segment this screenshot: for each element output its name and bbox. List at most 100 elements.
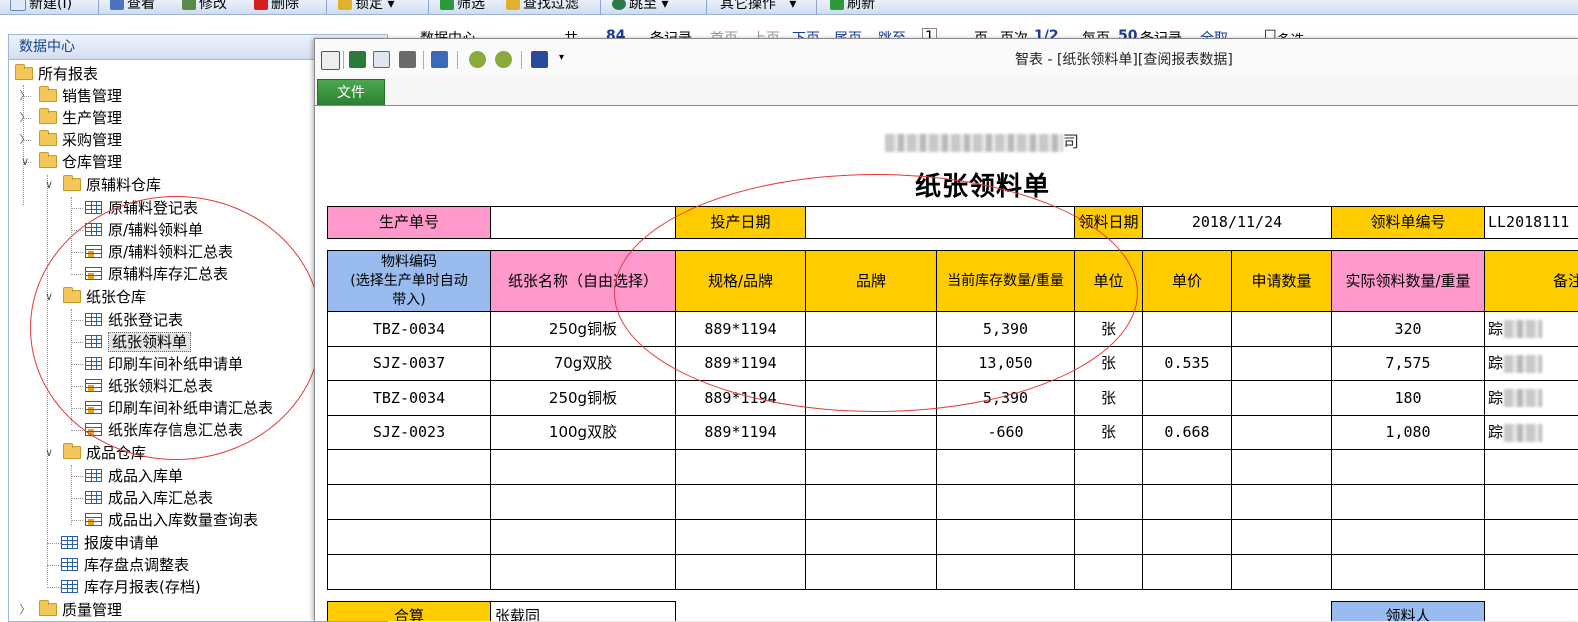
table-cell-price[interactable] [1142, 519, 1232, 555]
table-cell-code[interactable] [327, 519, 491, 555]
expand-icon[interactable]: 〉 [19, 107, 31, 129]
table-cell-spec[interactable]: 889*1194 [675, 415, 806, 450]
export-icon[interactable] [349, 51, 366, 68]
other-ops-button[interactable]: 其它操作 ▾ [720, 0, 796, 14]
tree-root[interactable]: 所有报表 [15, 63, 98, 85]
table-cell-apply[interactable] [1231, 311, 1332, 347]
table-cell-apply[interactable] [1231, 415, 1332, 450]
tree-item-raw-pick-summary[interactable]: 原/辅料领料汇总表 [85, 241, 233, 263]
table-cell-unit[interactable]: 张 [1074, 415, 1143, 450]
table-cell-price[interactable] [1142, 554, 1232, 590]
table-cell-brand[interactable] [805, 415, 937, 450]
expand-icon[interactable]: 〉 [19, 129, 31, 151]
edit-button[interactable]: 修改 [182, 0, 227, 14]
table-cell-name[interactable] [490, 484, 676, 520]
table-cell-price[interactable] [1142, 449, 1232, 485]
table-cell-brand[interactable] [805, 449, 937, 485]
table-cell-stock[interactable] [936, 484, 1075, 520]
table-cell-price[interactable]: 0.668 [1142, 415, 1232, 450]
table-cell-note[interactable]: 踪 [1484, 380, 1578, 416]
find-filter-button[interactable]: 查找过滤 [506, 0, 579, 14]
tree-item-paper-stock-summary[interactable]: 纸张库存信息汇总表 [85, 419, 243, 441]
table-cell-spec[interactable]: 889*1194 [675, 346, 806, 381]
table-cell-actual[interactable]: 7,575 [1331, 346, 1485, 381]
print-icon[interactable] [399, 51, 416, 68]
prod-no-value[interactable] [490, 206, 676, 239]
table-cell-actual[interactable] [1331, 554, 1485, 590]
tree-item-finished-io-query[interactable]: 成品出入库数量查询表 [85, 509, 258, 531]
tree-item-finished-inbound-summary[interactable]: 成品入库汇总表 [85, 487, 213, 509]
tree-node-finished-warehouse[interactable]: 成品仓库 [63, 442, 146, 464]
tree-item-scrap-request[interactable]: 报废申请单 [61, 532, 159, 554]
table-cell-stock[interactable]: 13,050 [936, 346, 1075, 381]
pick-no-value[interactable]: LL2018111 [1484, 206, 1578, 239]
table-cell-apply[interactable] [1231, 380, 1332, 416]
table-cell-stock[interactable]: -660 [936, 415, 1075, 450]
table-cell-unit[interactable] [1074, 484, 1143, 520]
customize-dropdown-icon[interactable]: ▾ [559, 53, 569, 63]
table-cell-name[interactable] [490, 519, 676, 555]
table-cell-spec[interactable] [675, 554, 806, 590]
table-cell-unit[interactable]: 张 [1074, 346, 1143, 381]
tree-item-paper-supplement-request[interactable]: 印刷车间补纸申请单 [85, 353, 243, 375]
tree-node-production[interactable]: 生产管理 [39, 107, 122, 129]
table-cell-code[interactable]: TBZ-0034 [327, 380, 491, 416]
table-cell-spec[interactable] [675, 484, 806, 520]
tree-node-quality[interactable]: 质量管理 [39, 599, 122, 621]
view-button[interactable]: 查看 [110, 0, 155, 14]
new-button[interactable]: 新建(I) [10, 0, 72, 14]
table-cell-price[interactable]: 0.535 [1142, 346, 1232, 381]
table-cell-price[interactable] [1142, 311, 1232, 347]
table-cell-brand[interactable] [805, 380, 937, 416]
goto-button[interactable]: 跳至 ▾ [612, 0, 668, 14]
tree-node-sales[interactable]: 销售管理 [39, 85, 122, 107]
table-cell-note[interactable] [1484, 519, 1578, 555]
table-cell-actual[interactable]: 180 [1331, 380, 1485, 416]
table-cell-code[interactable] [327, 484, 491, 520]
table-cell-name[interactable]: 250g铜板 [490, 311, 676, 347]
table-cell-stock[interactable] [936, 449, 1075, 485]
tree-item-monthly-report[interactable]: 库存月报表(存档) [61, 576, 201, 598]
pick-date-value[interactable]: 2018/11/24 [1142, 206, 1332, 239]
table-cell-apply[interactable] [1231, 484, 1332, 520]
table-cell-actual[interactable]: 1,080 [1331, 415, 1485, 450]
tree-node-paper-warehouse[interactable]: 纸张仓库 [63, 286, 146, 308]
tree-item-raw-pick[interactable]: 原/辅料领料单 [85, 219, 203, 241]
collapse-icon[interactable]: ∨ [43, 286, 55, 308]
table-cell-unit[interactable]: 张 [1074, 380, 1143, 416]
collapse-icon[interactable]: ∨ [43, 442, 55, 464]
table-cell-actual[interactable]: 320 [1331, 311, 1485, 347]
zoom-out-icon[interactable] [495, 51, 512, 68]
tree-node-purchase[interactable]: 采购管理 [39, 129, 122, 151]
expand-icon[interactable]: 〉 [19, 599, 31, 621]
table-cell-spec[interactable]: 889*1194 [675, 380, 806, 416]
table-cell-name[interactable]: 250g铜板 [490, 380, 676, 416]
table-cell-name[interactable]: 70g双胶 [490, 346, 676, 381]
table-cell-note[interactable] [1484, 484, 1578, 520]
tree-item-raw-stock-summary[interactable]: 原辅料库存汇总表 [85, 263, 228, 285]
table-cell-apply[interactable] [1231, 346, 1332, 381]
tree-item-inventory-adjust[interactable]: 库存盘点调整表 [61, 554, 189, 576]
table-cell-unit[interactable] [1074, 449, 1143, 485]
table-cell-note[interactable]: 踪 [1484, 415, 1578, 450]
table-cell-unit[interactable]: 张 [1074, 311, 1143, 347]
table-cell-spec[interactable]: 889*1194 [675, 311, 806, 347]
table-cell-stock[interactable] [936, 519, 1075, 555]
tree-item-paper-pick-summary[interactable]: 纸张领料汇总表 [85, 375, 213, 397]
exit-icon[interactable] [531, 51, 548, 68]
table-cell-apply[interactable] [1231, 554, 1332, 590]
table-cell-note[interactable]: 踪 [1484, 311, 1578, 347]
table-cell-apply[interactable] [1231, 519, 1332, 555]
tree-item-paper-supplement-summary[interactable]: 印刷车间补纸申请汇总表 [85, 397, 273, 419]
zoom-in-icon[interactable] [469, 51, 486, 68]
file-tab[interactable]: 文件 [317, 79, 385, 105]
delete-button[interactable]: 删除 [254, 0, 299, 14]
table-cell-actual[interactable] [1331, 484, 1485, 520]
table-cell-apply[interactable] [1231, 449, 1332, 485]
table-cell-stock[interactable] [936, 554, 1075, 590]
table-cell-code[interactable]: SJZ-0037 [327, 346, 491, 381]
table-cell-stock[interactable]: 5,390 [936, 380, 1075, 416]
table-cell-code[interactable] [327, 554, 491, 590]
table-cell-price[interactable] [1142, 484, 1232, 520]
table-cell-note[interactable]: 踪 [1484, 346, 1578, 381]
